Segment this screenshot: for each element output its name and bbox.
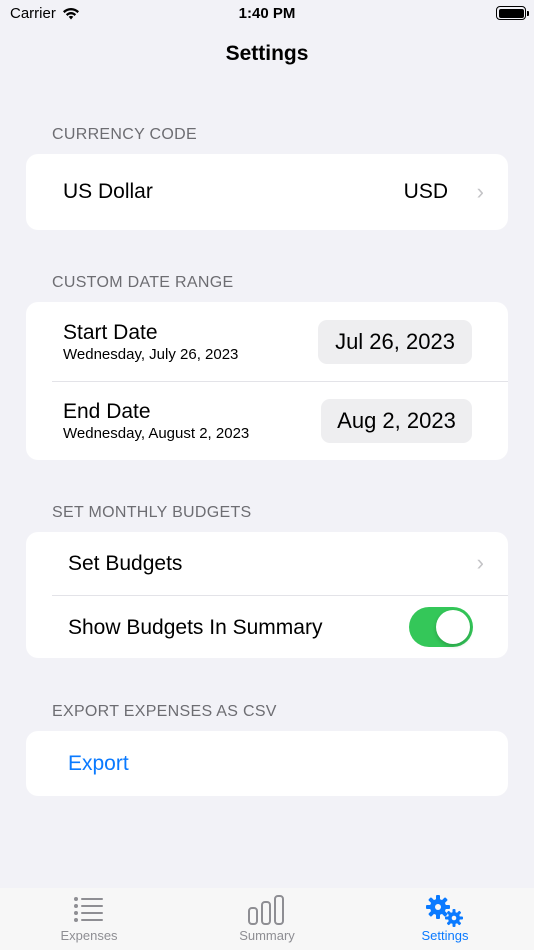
tab-label: Summary bbox=[239, 928, 295, 943]
tab-bar: Expenses Summary Settings bbox=[0, 888, 534, 950]
set-budgets-label: Set Budgets bbox=[68, 552, 183, 575]
end-date-label: End Date bbox=[63, 400, 151, 423]
set-budgets-row[interactable]: Set Budgets › bbox=[26, 532, 508, 595]
tab-expenses[interactable]: Expenses bbox=[0, 888, 178, 950]
export-card: Export bbox=[26, 731, 508, 796]
gears-icon bbox=[426, 895, 463, 927]
chevron-right-icon: › bbox=[476, 179, 484, 204]
page-title: Settings bbox=[225, 42, 309, 65]
currency-row[interactable]: US Dollar USD › bbox=[26, 154, 508, 230]
status-bar: Carrier 1:40 PM bbox=[0, 0, 534, 30]
tab-summary[interactable]: Summary bbox=[178, 888, 356, 950]
currency-name: US Dollar bbox=[63, 180, 153, 203]
start-date-picker[interactable]: Jul 26, 2023 bbox=[318, 320, 472, 364]
date-range-section-header: CUSTOM DATE RANGE bbox=[52, 274, 234, 291]
end-date-row: End Date Wednesday, August 2, 2023 Aug 2… bbox=[26, 381, 508, 460]
tab-settings[interactable]: Settings bbox=[356, 888, 534, 950]
tab-label: Expenses bbox=[60, 928, 118, 943]
show-budgets-row: Show Budgets In Summary bbox=[26, 595, 508, 658]
start-date-label: Start Date bbox=[63, 321, 158, 344]
budgets-section-header: SET MONTHLY BUDGETS bbox=[52, 504, 252, 521]
toggle-knob bbox=[436, 610, 470, 644]
currency-section-header: CURRENCY CODE bbox=[52, 126, 197, 143]
export-row[interactable]: Export bbox=[26, 731, 508, 796]
bar-chart-icon bbox=[248, 895, 284, 925]
tab-label: Settings bbox=[421, 928, 469, 943]
status-time: 1:40 PM bbox=[238, 5, 296, 22]
currency-card: US Dollar USD › bbox=[26, 154, 508, 230]
battery-icon bbox=[496, 6, 529, 20]
end-date-picker[interactable]: Aug 2, 2023 bbox=[321, 399, 472, 443]
show-budgets-toggle[interactable] bbox=[409, 607, 473, 647]
show-budgets-label: Show Budgets In Summary bbox=[68, 616, 323, 639]
start-date-long: Wednesday, July 26, 2023 bbox=[63, 346, 239, 363]
end-date-long: Wednesday, August 2, 2023 bbox=[63, 425, 250, 442]
budgets-card: Set Budgets › Show Budgets In Summary bbox=[26, 532, 508, 658]
export-button[interactable]: Export bbox=[68, 752, 129, 776]
settings-screen: Carrier 1:40 PM Settings CURRENCY CODE U… bbox=[0, 0, 534, 950]
export-section-header: EXPORT EXPENSES AS CSV bbox=[52, 703, 277, 720]
currency-code: USD bbox=[403, 180, 448, 203]
list-icon bbox=[74, 897, 103, 922]
start-date-row: Start Date Wednesday, July 26, 2023 Jul … bbox=[26, 302, 508, 381]
date-range-card: Start Date Wednesday, July 26, 2023 Jul … bbox=[26, 302, 508, 460]
chevron-right-icon: › bbox=[476, 550, 484, 575]
